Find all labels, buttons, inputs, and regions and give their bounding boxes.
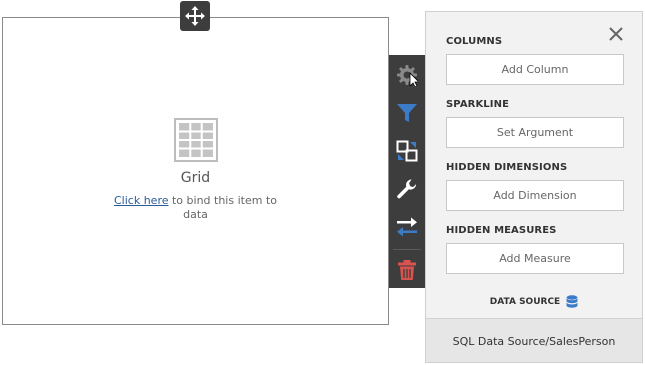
item-title: Grid bbox=[180, 170, 211, 186]
bind-hint: Click here to bind this item to data bbox=[111, 194, 281, 222]
grid-icon bbox=[173, 118, 218, 162]
interactivity-icon bbox=[397, 217, 417, 237]
data-source-selector[interactable]: SQL Data Source/SalesPerson bbox=[426, 318, 642, 362]
bind-link[interactable]: Click here bbox=[114, 194, 169, 207]
add-dimension-button[interactable]: Add Dimension bbox=[446, 180, 624, 211]
delete-button[interactable] bbox=[389, 252, 425, 288]
columns-section-label: COLUMNS bbox=[446, 36, 503, 47]
set-argument-button[interactable]: Set Argument bbox=[446, 117, 624, 148]
item-toolbar bbox=[389, 55, 425, 288]
close-button[interactable] bbox=[608, 26, 624, 42]
move-handle[interactable] bbox=[180, 1, 210, 31]
sparkline-section-label: SPARKLINE bbox=[446, 99, 509, 110]
bind-hint-text: to bind this item to data bbox=[168, 194, 277, 221]
toolbar-separator bbox=[393, 249, 421, 250]
grid-item-card[interactable]: Grid Click here to bind this item to dat… bbox=[2, 17, 389, 325]
filter-button[interactable] bbox=[389, 95, 425, 131]
convert-icon bbox=[396, 140, 418, 162]
database-icon bbox=[566, 295, 578, 308]
hidden-measures-section-label: HIDDEN MEASURES bbox=[446, 225, 557, 236]
close-icon bbox=[609, 27, 623, 41]
grid-placeholder: Grid Click here to bind this item to dat… bbox=[3, 118, 388, 222]
binding-panel: COLUMNS Add Column SPARKLINE Set Argumen… bbox=[425, 11, 643, 363]
data-source-label-text: DATA SOURCE bbox=[489, 297, 561, 307]
gear-icon bbox=[397, 65, 418, 86]
filter-icon bbox=[397, 104, 417, 122]
move-icon bbox=[185, 6, 205, 26]
hidden-dimensions-section-label: HIDDEN DIMENSIONS bbox=[446, 162, 568, 173]
add-column-button[interactable]: Add Column bbox=[446, 54, 624, 85]
delete-icon bbox=[398, 260, 416, 280]
interactivity-button[interactable] bbox=[389, 209, 425, 245]
data-source-label: DATA SOURCE bbox=[426, 295, 642, 309]
wrench-icon bbox=[397, 179, 417, 199]
settings-button[interactable] bbox=[389, 171, 425, 207]
convert-button[interactable] bbox=[389, 133, 425, 169]
add-measure-button[interactable]: Add Measure bbox=[446, 243, 624, 274]
options-button[interactable] bbox=[389, 57, 425, 93]
